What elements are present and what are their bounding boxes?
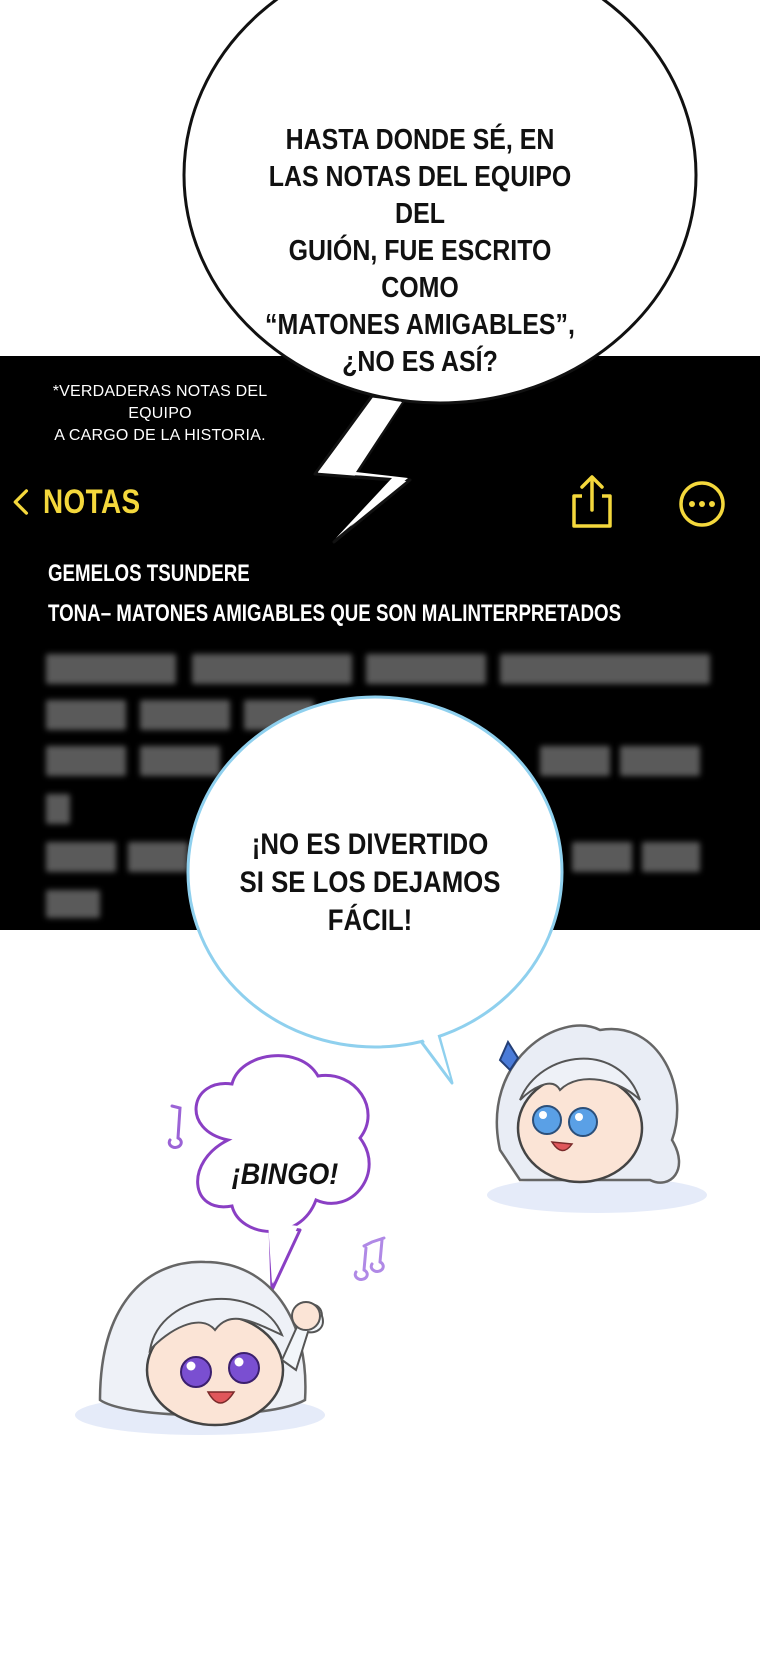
top-bubble-line-3: GUIÓN, FUE ESCRITO COMO	[288, 235, 552, 304]
purple-bubble-text: ¡BINGO!	[231, 1158, 339, 1191]
blue-bubble-line-2: SI SE LOS DEJAMOS	[239, 866, 501, 899]
music-note-icon	[167, 1104, 183, 1149]
top-bubble-line-4: “MATONES AMIGABLES”,	[265, 309, 575, 341]
top-bubble-line-2: LAS NOTAS DEL EQUIPO DEL	[268, 161, 572, 230]
chibi-character-blue-eyes	[487, 1024, 707, 1213]
blue-bubble-line-1: ¡NO ES DIVERTIDO	[251, 828, 489, 861]
chibi-character-purple-eyes	[75, 1260, 325, 1435]
top-bubble-text: HASTA DONDE SÉ, EN LAS NOTAS DEL EQUIPO …	[248, 122, 592, 381]
blue-bubble-text: ¡NO ES DIVERTIDO SI SE LOS DEJAMOS FÁCIL…	[224, 826, 516, 940]
blue-bubble-line-3: FÁCIL!	[327, 904, 413, 937]
double-music-note-icon	[353, 1236, 386, 1281]
top-bubble-line-1: HASTA DONDE SÉ, EN	[285, 124, 555, 156]
top-bubble-line-5: ¿NO ES ASÍ?	[342, 346, 498, 378]
